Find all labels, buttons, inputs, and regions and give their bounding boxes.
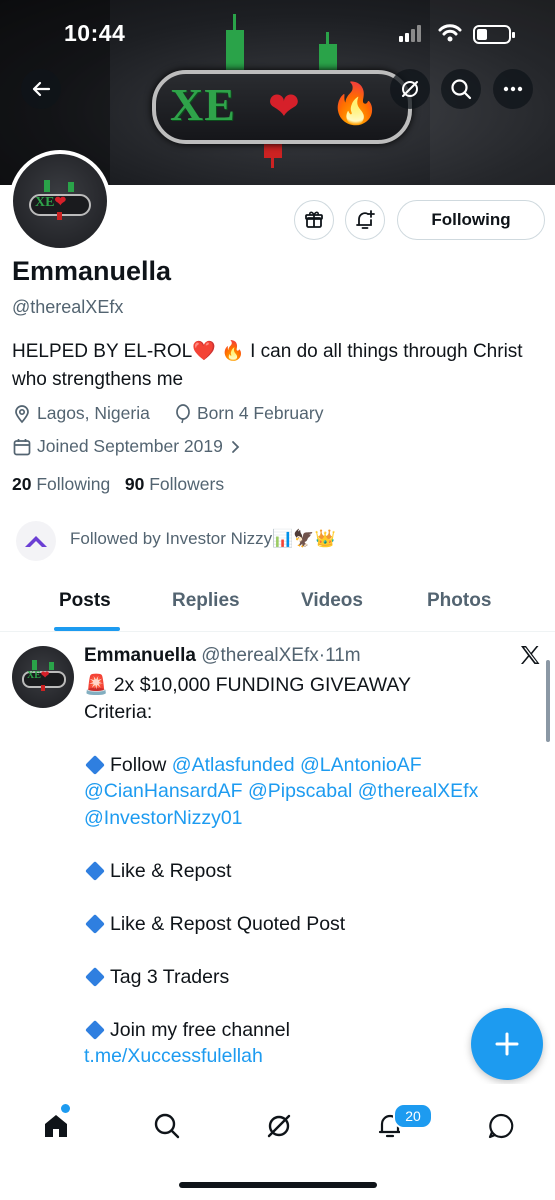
search-icon <box>154 1113 180 1139</box>
followed-by-avatar[interactable] <box>16 521 56 561</box>
post-item-like-repost-quoted: Like & Repost Quoted Post <box>84 911 524 938</box>
birthday-text: Born 4 February <box>197 403 324 423</box>
notifications-badge: 20 <box>393 1103 433 1129</box>
more-button[interactable] <box>493 69 533 109</box>
post-item-join: Join my free channel <box>84 1017 524 1044</box>
post-line-title: 🚨 2x $10,000 FUNDING GIVEAWAY <box>84 674 411 696</box>
post-item-like-repost: Like & Repost <box>84 858 524 885</box>
nav-grok[interactable] <box>259 1106 299 1146</box>
location-row: Lagos, Nigeria <box>12 403 150 424</box>
home-indicator[interactable] <box>179 1182 377 1188</box>
following-count-link[interactable]: 20 Following <box>12 474 110 494</box>
post-author-handle[interactable]: @therealXEfx <box>201 645 319 666</box>
balloon-icon <box>176 403 190 423</box>
grok-icon <box>267 1114 291 1138</box>
post-author-name[interactable]: Emmanuella <box>84 645 196 666</box>
post-time: 11m <box>325 645 361 666</box>
mention-link[interactable]: @therealXEfx <box>358 780 479 802</box>
blue-diamond-icon <box>85 966 105 987</box>
follow-counts: 20 Following 90 Followers <box>12 474 224 495</box>
chevron-right-icon <box>231 440 240 453</box>
nav-search[interactable] <box>147 1106 187 1146</box>
profile-bio: HELPED BY EL-ROL❤️ 🔥 I can do all things… <box>12 341 523 390</box>
green-candle <box>226 30 244 74</box>
back-arrow-icon <box>32 81 51 97</box>
location-text: Lagos, Nigeria <box>37 403 150 423</box>
grok-button[interactable] <box>390 69 430 109</box>
followers-count-link[interactable]: 90 Followers <box>125 474 224 494</box>
scrollbar[interactable] <box>546 660 550 742</box>
profile-avatar[interactable]: XE❤ <box>9 150 111 252</box>
signal-wifi-battery-icon <box>399 24 515 44</box>
channel-link[interactable]: t.me/Xuccessfulellah <box>84 1043 524 1070</box>
home-icon <box>45 1115 67 1137</box>
tab-videos[interactable]: Videos <box>301 590 363 612</box>
compose-post-button[interactable] <box>471 1008 543 1080</box>
following-count: 20 <box>12 474 32 494</box>
user-handle: @therealXEfx <box>12 297 124 317</box>
gift-icon <box>305 211 323 228</box>
mention-link[interactable]: @LAntonioAF <box>300 754 422 776</box>
post-body[interactable]: 🚨 2x $10,000 FUNDING GIVEAWAY Criteria: … <box>84 672 524 1070</box>
chat-bubble-icon <box>488 1113 514 1139</box>
tab-photos[interactable]: Photos <box>427 590 491 612</box>
following-button[interactable]: Following <box>397 200 545 240</box>
following-label: Following <box>36 474 111 494</box>
bell-plus-icon <box>356 210 375 229</box>
investor-logo-icon <box>25 536 47 547</box>
location-pin-icon <box>15 404 29 423</box>
followers-label: Followers <box>149 474 225 494</box>
candle-wick <box>271 156 274 168</box>
status-icons <box>398 22 518 46</box>
followed-by-text[interactable]: Followed by Investor Nizzy📊🦅👑 <box>70 529 336 549</box>
post-header: Emmanuella @therealXEfx·11m <box>84 645 361 667</box>
grok-icon <box>402 81 418 97</box>
mention-link[interactable]: @Pipscabal <box>248 780 352 802</box>
status-time: 10:44 <box>64 20 126 46</box>
joined-text: Joined September 2019 <box>37 436 223 456</box>
mention-link[interactable]: @Atlasfunded <box>172 754 295 776</box>
blue-diamond-icon <box>85 754 105 775</box>
post-line-criteria: Criteria: <box>84 700 153 723</box>
banner-fire-icon: 🔥 <box>330 82 380 126</box>
banner-heart-icon: ❤ <box>268 86 300 128</box>
more-dots-icon <box>503 86 523 92</box>
gift-button[interactable] <box>294 200 334 240</box>
tabs-divider <box>0 631 555 632</box>
banner-logo-text: XE <box>170 79 236 130</box>
search-icon <box>451 79 472 100</box>
followers-count: 90 <box>124 474 145 494</box>
mention-link[interactable]: @CianHansardAF <box>84 780 243 802</box>
tab-replies[interactable]: Replies <box>172 590 240 612</box>
search-button[interactable] <box>441 69 481 109</box>
post-item-tag: Tag 3 Traders <box>84 964 524 991</box>
notify-subscribe-button[interactable] <box>345 200 385 240</box>
x-logo-icon <box>519 644 541 671</box>
display-name: Emmanuella <box>12 256 172 286</box>
calendar-icon <box>13 438 31 455</box>
blue-diamond-icon <box>85 1019 105 1040</box>
mention-link[interactable]: @InvestorNizzy01 <box>84 807 243 829</box>
blue-diamond-icon <box>85 913 105 934</box>
blue-diamond-icon <box>85 860 105 881</box>
post-author-avatar[interactable]: XE❤ <box>12 646 74 708</box>
post-follow-line: Follow @Atlasfunded @LAntonioAF @CianHan… <box>84 752 524 832</box>
plus-icon <box>495 1032 519 1056</box>
follow-prefix: Follow <box>110 753 167 776</box>
nav-home[interactable] <box>36 1106 76 1146</box>
home-notification-dot <box>61 1104 70 1113</box>
joined-row[interactable]: Joined September 2019 <box>12 436 242 457</box>
nav-messages[interactable] <box>481 1106 521 1146</box>
tab-posts[interactable]: Posts <box>59 590 111 612</box>
back-button[interactable] <box>21 69 61 109</box>
birthday-row: Born 4 February <box>174 403 323 424</box>
